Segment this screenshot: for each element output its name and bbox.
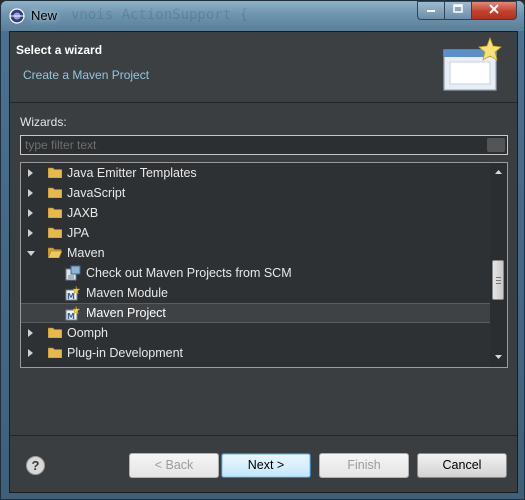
expand-chevron-icon[interactable]: [28, 189, 33, 197]
tree-item-label: Maven: [67, 246, 105, 260]
scroll-down-icon[interactable]: [490, 349, 507, 366]
tree-item-jaxb[interactable]: JAXB: [21, 203, 491, 223]
window-title: New: [31, 8, 58, 23]
folder-icon: [48, 227, 62, 238]
wizard-dialog: Select a wizard Create a Maven Project W…: [9, 31, 518, 493]
tree-item-label: Plug-in Development: [67, 346, 184, 360]
help-button[interactable]: ?: [26, 456, 45, 475]
cancel-button[interactable]: Cancel: [417, 453, 507, 478]
collapse-chevron-icon[interactable]: [27, 251, 35, 256]
folder-icon: [48, 187, 62, 198]
finish-button[interactable]: Finish: [319, 453, 409, 478]
tree-item-label: Check out Maven Projects from SCM: [86, 266, 292, 280]
wizards-label: Wizards:: [20, 115, 67, 129]
scrollbar-thumb[interactable]: [492, 260, 504, 300]
scroll-up-icon[interactable]: [490, 163, 507, 180]
maximize-button[interactable]: [444, 1, 472, 20]
tree-item-label: Maven Project: [86, 306, 166, 320]
tree-item-checkout-maven-scm[interactable]: Check out Maven Projects from SCM: [21, 263, 491, 283]
maximize-icon: [453, 4, 463, 13]
tree-item-java-emitter-templates[interactable]: Java Emitter Templates: [21, 163, 491, 183]
tree-item-plugin-development[interactable]: Plug-in Development: [21, 343, 491, 363]
maven-project-icon: M: [65, 305, 81, 321]
tree-item-jpa[interactable]: JPA: [21, 223, 491, 243]
back-button[interactable]: < Back: [129, 453, 219, 478]
tree-item-maven-project[interactable]: M Maven Project: [21, 303, 491, 323]
expand-chevron-icon[interactable]: [28, 349, 33, 357]
title-bar[interactable]: New vnois ActionSupport {: [1, 1, 524, 31]
folder-icon: [48, 167, 62, 178]
tree-item-label: Java Emitter Templates: [67, 166, 197, 180]
expand-chevron-icon[interactable]: [28, 169, 33, 177]
tree-item-javascript[interactable]: JavaScript: [21, 183, 491, 203]
tree-item-label: JavaScript: [67, 186, 126, 200]
header-title: Select a wizard: [16, 43, 103, 57]
maven-module-icon: M: [65, 285, 81, 301]
tree-item-maven[interactable]: Maven: [21, 243, 491, 263]
folder-icon: [48, 347, 62, 358]
wizard-window: New vnois ActionSupport { Select a wizar…: [0, 0, 525, 500]
expand-chevron-icon[interactable]: [28, 209, 33, 217]
expand-chevron-icon[interactable]: [28, 329, 33, 337]
tree-scrollbar[interactable]: [490, 163, 507, 367]
tree-item-label: Oomph: [67, 326, 108, 340]
header-description: Create a Maven Project: [23, 68, 150, 82]
close-icon: [489, 4, 499, 14]
minimize-icon: [427, 10, 435, 12]
filter-input[interactable]: [20, 135, 508, 155]
background-editor-text: vnois ActionSupport {: [71, 7, 249, 23]
tree-item-label: JAXB: [67, 206, 99, 220]
close-button[interactable]: [471, 1, 517, 20]
minimize-button[interactable]: [417, 1, 445, 20]
tree-item-oomph[interactable]: Oomph: [21, 323, 491, 343]
open-folder-icon: [48, 247, 62, 258]
wizard-header: Select a wizard Create a Maven Project: [10, 32, 517, 103]
scm-checkout-icon: [65, 265, 81, 281]
tree-item-label: Maven Module: [86, 286, 168, 300]
wizard-tree[interactable]: Java Emitter Templates JavaScript JAXB J…: [20, 162, 508, 368]
eclipse-app-icon: [9, 8, 25, 24]
tree-item-label: JPA: [67, 226, 89, 240]
expand-chevron-icon[interactable]: [28, 229, 33, 237]
next-button[interactable]: Next >: [221, 453, 311, 478]
new-wizard-banner-icon: [443, 36, 502, 91]
folder-icon: [48, 207, 62, 218]
footer-divider: [10, 435, 517, 436]
folder-icon: [48, 327, 62, 338]
clear-filter-icon[interactable]: [487, 138, 505, 152]
tree-item-maven-module[interactable]: M Maven Module: [21, 283, 491, 303]
